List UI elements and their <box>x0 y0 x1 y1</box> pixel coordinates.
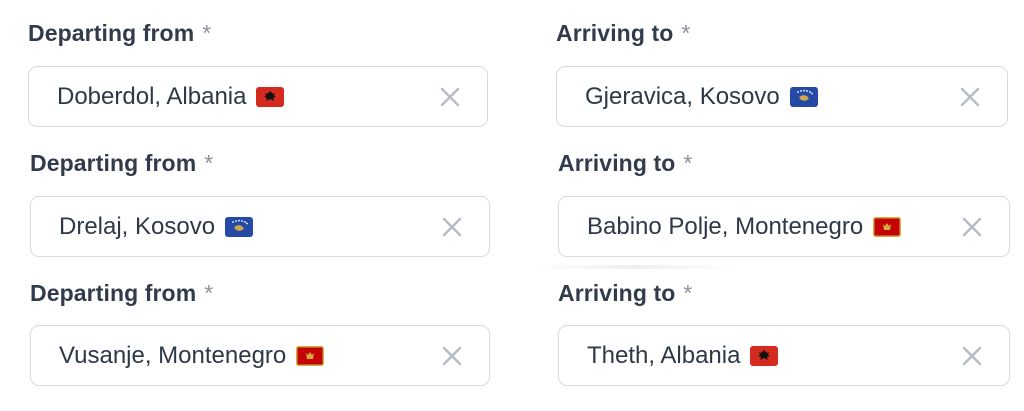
montenegro-flag-icon <box>296 345 325 366</box>
clear-departing-1-close-icon[interactable] <box>439 86 461 108</box>
departing-from-input-2[interactable]: Drelaj, Kosovo <box>30 196 490 257</box>
arriving-to-value-3: Theth, Albania <box>587 342 779 370</box>
kosovo-flag-icon <box>789 86 818 107</box>
arriving-to-value-1: Gjeravica, Kosovo <box>585 83 818 111</box>
departing-from-input-3[interactable]: Vusanje, Montenegro <box>30 325 490 386</box>
kosovo-flag-icon <box>225 216 254 237</box>
arriving-to-input-1[interactable]: Gjeravica, Kosovo <box>556 66 1008 127</box>
clear-arriving-2-close-icon[interactable] <box>961 216 983 238</box>
departing-from-label-2: Departing from * <box>30 150 214 176</box>
arriving-to-input-2[interactable]: Babino Polje, Montenegro <box>558 196 1010 257</box>
clear-departing-3-close-icon[interactable] <box>441 345 463 367</box>
albania-flag-icon <box>750 345 779 366</box>
departing-from-input-1[interactable]: Doberdol, Albania <box>28 66 488 127</box>
clear-arriving-3-close-icon[interactable] <box>961 345 983 367</box>
departing-from-label-3: Departing from * <box>30 280 214 306</box>
arriving-to-label-2: Arriving to * <box>558 150 693 176</box>
departing-from-value-2: Drelaj, Kosovo <box>59 213 254 241</box>
arriving-to-value-2: Babino Polje, Montenegro <box>587 213 902 241</box>
departing-from-value-1: Doberdol, Albania <box>57 83 285 111</box>
montenegro-flag-icon <box>873 216 902 237</box>
departing-from-value-3: Vusanje, Montenegro <box>59 342 325 370</box>
arriving-to-input-3[interactable]: Theth, Albania <box>558 325 1010 386</box>
arriving-to-label-1: Arriving to * <box>556 20 691 46</box>
clear-departing-2-close-icon[interactable] <box>441 216 463 238</box>
arriving-to-label-3: Arriving to * <box>558 280 693 306</box>
departing-from-label-1: Departing from * <box>28 20 212 46</box>
albania-flag-icon <box>256 86 285 107</box>
clear-arriving-1-close-icon[interactable] <box>959 86 981 108</box>
divider <box>530 265 740 269</box>
